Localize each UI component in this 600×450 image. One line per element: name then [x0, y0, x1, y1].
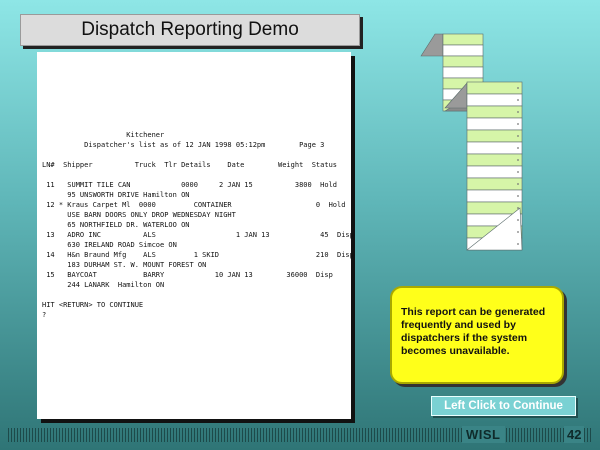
info-callout: This report can be generated frequently … [390, 286, 564, 384]
report-line [42, 170, 348, 180]
report-line: 14 H&n Braund Mfg ALS 1 SKID 210 Disp [42, 251, 354, 259]
page-number: 42 [564, 426, 585, 443]
report-line: 244 LANARK Hamilton ON [42, 281, 165, 289]
report-line: HIT <RETURN> TO CONTINUE [42, 301, 144, 309]
report-line [42, 290, 348, 300]
report-line: 95 UNSWORTH DRIVE Hamilton ON [42, 191, 190, 199]
report-line: Dispatcher's list as of 12 JAN 1998 05:1… [42, 141, 325, 149]
page-title: Dispatch Reporting Demo [20, 14, 360, 46]
report-line: ? [42, 311, 47, 319]
report-line: 13 ADRO INC ALS 1 JAN 13 45 Disp [42, 231, 354, 239]
report-line: LN# Shipper Truck Tlr Details Date Weigh… [42, 161, 338, 169]
report-text: Kitchener Dispatcher's list as of 12 JAN… [42, 130, 354, 320]
report-line: Kitchener [42, 131, 165, 139]
report-line: USE BARN DOORS ONLY DROP WEDNESDAY NIGHT [42, 211, 236, 219]
report-line: 65 NORTHFIELD DR. WATERLOO ON [42, 221, 190, 229]
report-line: 15 BAYCOAT BARRY 10 JAN 13 36000 Disp [42, 271, 333, 279]
continuous-form-paper-icon [420, 33, 523, 251]
report-line: 630 IRELAND ROAD Simcoe ON [42, 241, 177, 249]
report-line: 183 DURHAM ST. W. MOUNT FOREST ON [42, 261, 207, 269]
report-line: 11 SUMMIT TILE CAN 0000 2 JAN 15 3800 Ho… [42, 181, 338, 189]
footer-bar [8, 428, 593, 442]
continue-button[interactable]: Left Click to Continue [431, 396, 576, 416]
footer-logo: WISL [462, 426, 505, 443]
report-line [42, 150, 348, 160]
report-line: 12 * Kraus Carpet Ml 0000 CONTAINER 0 Ho… [42, 201, 346, 209]
report-sheet: Kitchener Dispatcher's list as of 12 JAN… [37, 52, 354, 419]
